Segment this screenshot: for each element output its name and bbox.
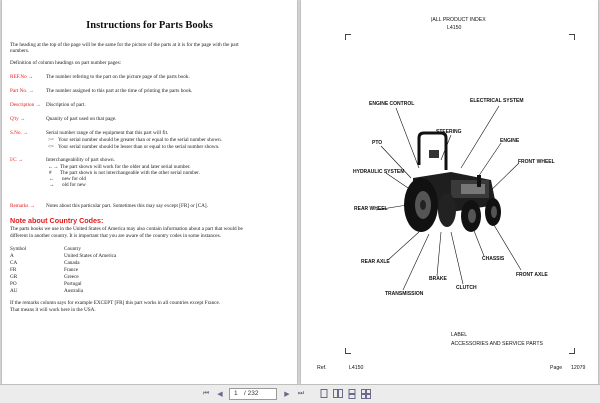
continuous-view-icon[interactable] xyxy=(346,388,358,399)
sno-line-2: Your serial number should be lesser than… xyxy=(58,144,220,150)
sno-text: Serial number range of the equipment tha… xyxy=(46,130,169,136)
description-label: Description → xyxy=(10,102,41,108)
country-note-line-1: The parts books we use in the United Sta… xyxy=(10,226,243,232)
current-page: 1 xyxy=(234,390,238,397)
ic-label: I/C → xyxy=(10,157,24,163)
sno-symbol-2: <= xyxy=(48,144,54,150)
last-page-icon[interactable]: ⏭ xyxy=(295,388,307,399)
ic-symbol-4: → xyxy=(49,182,55,188)
code-country: Portugal xyxy=(64,281,82,287)
sno-line-1: Your serial number should be greater tha… xyxy=(58,137,222,143)
part-label-brake: BRAKE xyxy=(429,276,447,282)
facing-pages-icon[interactable] xyxy=(360,388,372,399)
code-country: Australia xyxy=(64,288,84,294)
qty-label: Q'ty → xyxy=(10,116,26,122)
two-page-view-icon[interactable] xyxy=(332,388,344,399)
part-label-pto: PTO xyxy=(372,140,383,146)
code-country: Greece xyxy=(64,274,79,280)
code-country: Canada xyxy=(64,260,80,266)
code-symbol: GR xyxy=(10,274,18,280)
definition-text: Definition of column headings on part nu… xyxy=(10,60,122,66)
closing-line-2: That means it will work here in the USA. xyxy=(10,307,96,313)
part-label-transmission: TRANSMISSION xyxy=(385,291,424,297)
description-text: Discription of part. xyxy=(46,102,86,108)
sno-symbol-1: >= xyxy=(48,137,54,143)
part-label-clutch: CLUTCH xyxy=(456,285,477,291)
intro-line-1: The heading at the top of the page will … xyxy=(10,42,239,48)
right-page: |ALL PRODUCT INDEX L4150 ENGINE CONTROL … xyxy=(301,0,598,384)
refno-label: REF.No → xyxy=(10,74,34,80)
country-codes-heading: Note about Country Codes: xyxy=(10,216,104,225)
code-symbol: A xyxy=(10,253,14,259)
partno-label: Part No. → xyxy=(10,88,34,94)
ref-value: L4150 xyxy=(349,365,364,371)
qty-text: Quanity of part used on that page. xyxy=(46,116,117,122)
part-label-chassis: CHASSIS xyxy=(482,256,505,262)
part-label-engine-control: ENGINE CONTROL xyxy=(369,101,415,107)
remarks-text: Notes about this particular part. Someti… xyxy=(46,203,208,209)
country-note-line-2: different in another country. It is impo… xyxy=(10,233,221,239)
part-label-front-axle: FRONT AXLE xyxy=(516,272,548,278)
partno-text: The number assigned to this part at the … xyxy=(46,88,193,94)
ic-line-4: old for new xyxy=(62,182,86,188)
first-page-icon[interactable]: ⏮ xyxy=(200,388,212,399)
remarks-label: Remarks → xyxy=(10,203,35,209)
part-label-rear-axle: REAR AXLE xyxy=(361,259,390,265)
next-page-icon[interactable]: ▶ xyxy=(281,388,293,399)
code-symbol: PO xyxy=(10,281,17,287)
tractor-drawing xyxy=(404,131,501,232)
part-label-engine: ENGINE xyxy=(500,138,520,144)
page-label: Page xyxy=(550,365,563,371)
part-label-electrical-system: ELECTRICAL SYSTEM xyxy=(470,98,524,104)
intro-line-2: numbers. xyxy=(10,48,30,54)
code-symbol: AU xyxy=(10,288,18,294)
sno-label: S.No. → xyxy=(10,130,29,136)
previous-page-icon[interactable]: ◀ xyxy=(214,388,226,399)
tractor-illustration xyxy=(375,105,522,291)
viewer-toolbar: ⏮ ◀ 1 / 232 ▶ ⏭ xyxy=(0,384,600,403)
refno-text: The number refering to the part on the p… xyxy=(46,74,190,80)
code-symbol: FR xyxy=(10,267,17,273)
code-symbol: CA xyxy=(10,260,18,266)
label-title: LABEL xyxy=(451,332,468,338)
page-number: 12079 xyxy=(571,365,586,371)
left-page: Instructions for Parts Books The heading… xyxy=(2,0,297,384)
part-label-rear-wheel: REAR WHEEL xyxy=(354,206,388,212)
part-label-hydraulic-system: HYDRAULIC SYSTEM xyxy=(353,169,405,175)
code-country: France xyxy=(64,267,79,273)
part-label-front-wheel: FRONT WHEEL xyxy=(518,159,555,165)
codes-header-symbol: Symbol xyxy=(10,246,27,252)
ref-label: Ref. xyxy=(317,365,327,371)
total-pages: / 232 xyxy=(244,390,259,397)
page-number-input[interactable]: 1 / 232 xyxy=(229,388,277,400)
single-page-view-icon[interactable] xyxy=(318,388,330,399)
closing-line-1: If the remarks column says for example E… xyxy=(10,300,221,306)
part-label-steering: STEERING xyxy=(436,129,462,135)
codes-header-country: Country xyxy=(64,246,82,252)
accessories-label: ACCESSORIES AND SERVICE PARTS xyxy=(451,341,543,347)
page-title: Instructions for Parts Books xyxy=(86,20,213,31)
code-country: United States of America xyxy=(64,253,117,259)
ic-text: Interchangeability of part shown. xyxy=(46,157,115,163)
